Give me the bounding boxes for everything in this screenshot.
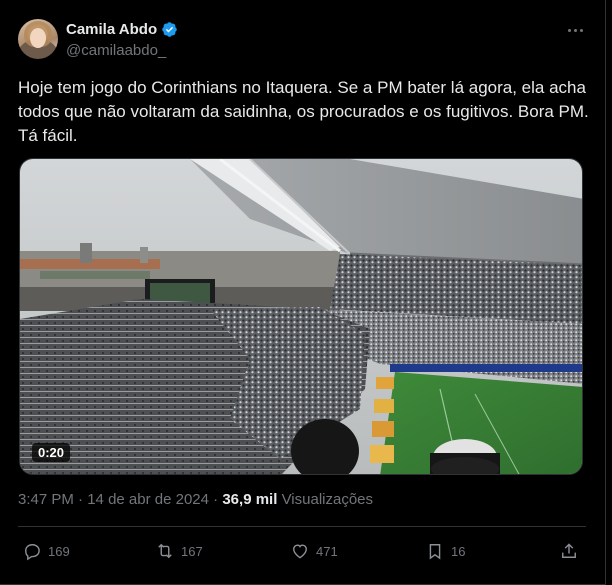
views-label: Visualizações — [281, 491, 374, 508]
author-handle[interactable]: @camilaabdo_ — [66, 42, 166, 59]
tweet-card: Camila Abdo @camilaabdo_ Hoje tem jogo d… — [0, 0, 606, 585]
reply-count: 169 — [48, 543, 70, 559]
share-button[interactable] — [559, 536, 579, 566]
tweet-text: Hoje tem jogo do Corinthians no Itaquera… — [18, 78, 594, 145]
like-count: 471 — [316, 543, 338, 559]
action-bar: 169 167 471 16 — [18, 536, 586, 566]
meta-separator-2: · — [213, 491, 219, 508]
author-name-row[interactable]: Camila Abdo — [66, 21, 178, 38]
video-player[interactable]: 0:20 — [19, 158, 583, 475]
divider — [18, 526, 586, 527]
tweet-meta: 3:47 PM · 14 de abr de 2024 · 36,9 mil V… — [18, 491, 373, 508]
share-icon — [562, 543, 576, 558]
video-duration: 0:20 — [32, 443, 71, 462]
stadium-video-frame — [20, 159, 582, 474]
bookmark-count: 16 — [451, 543, 466, 559]
reply-icon — [25, 544, 40, 561]
verified-badge-icon — [162, 22, 177, 37]
reply-button[interactable]: 169 — [22, 536, 70, 566]
avatar[interactable] — [18, 19, 58, 59]
repost-count: 167 — [181, 543, 203, 559]
author-name[interactable]: Camila Abdo — [66, 21, 157, 38]
tweet-date[interactable]: 14 de abr de 2024 — [87, 491, 209, 508]
avatar-face — [30, 28, 46, 48]
bookmark-button[interactable]: 16 — [425, 536, 465, 566]
tweet-time[interactable]: 3:47 PM — [18, 491, 74, 508]
meta-separator: · — [78, 491, 84, 508]
repost-icon — [158, 543, 172, 559]
heart-icon — [293, 544, 307, 559]
bookmark-icon — [429, 544, 441, 560]
views-count: 36,9 mil — [222, 491, 278, 508]
repost-button[interactable]: 167 — [155, 536, 203, 566]
like-button[interactable]: 471 — [290, 536, 338, 566]
more-options-icon[interactable] — [565, 20, 585, 40]
